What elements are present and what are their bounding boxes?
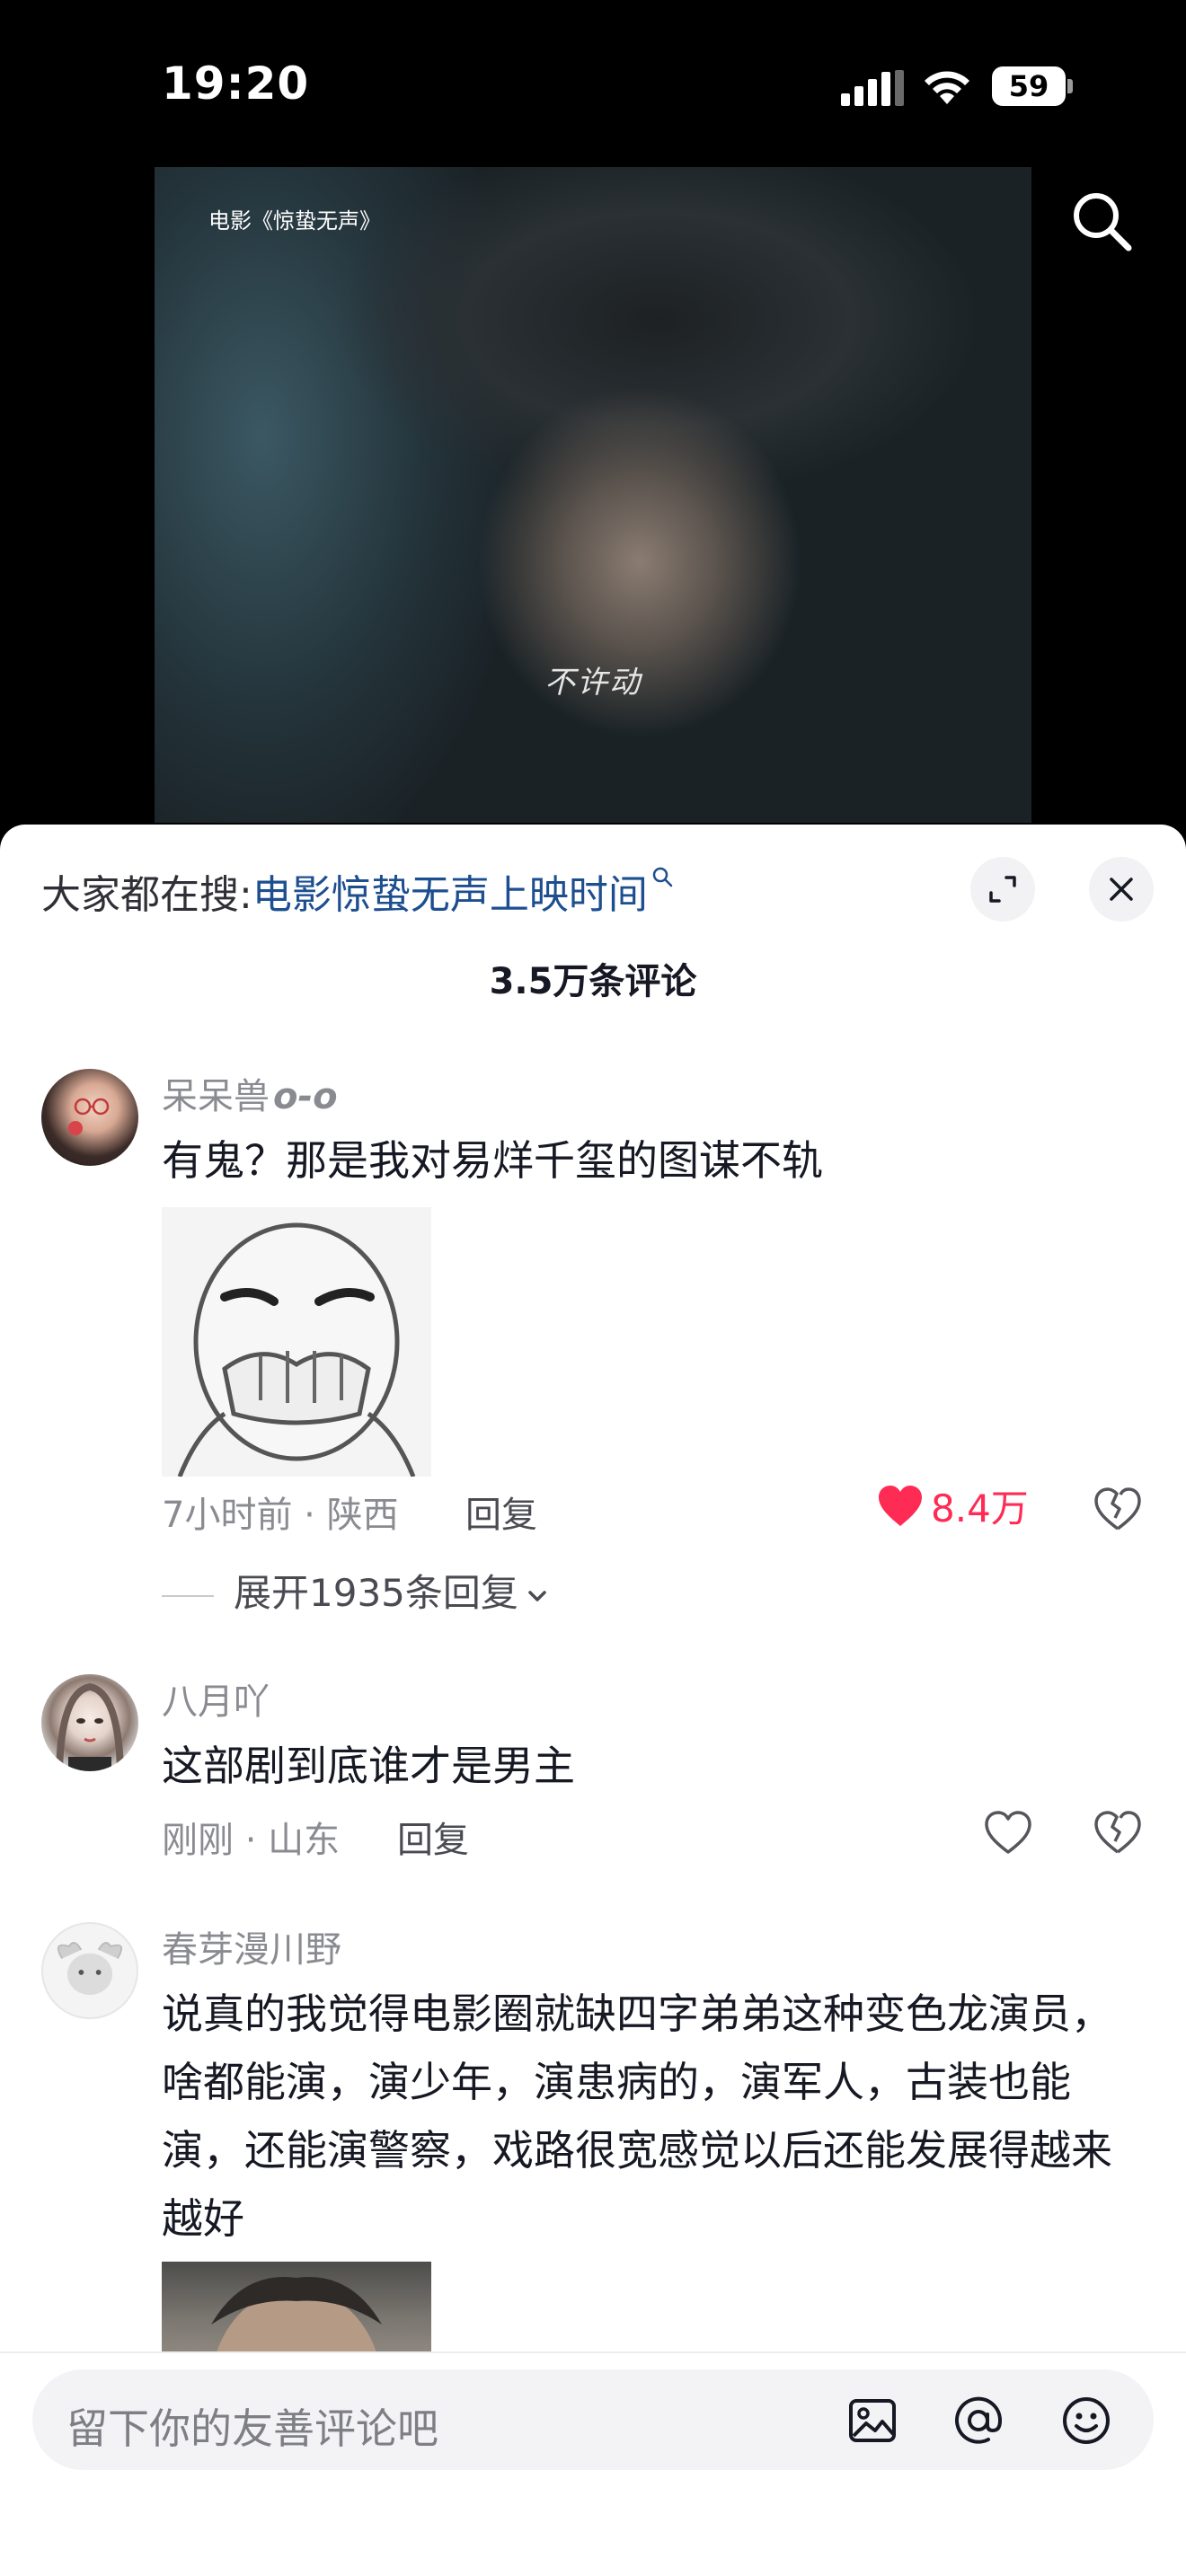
comment-username[interactable]: 呆呆兽 o-o [162,1067,338,1119]
avatar[interactable] [41,1922,138,2019]
reply-button[interactable]: 回复 [465,1486,537,1538]
comment-input-placeholder: 留下你的友善评论吧 [66,2404,438,2453]
emoji-icon[interactable] [1060,2395,1112,2447]
expand-replies-button[interactable]: 展开1935条回复 [162,1563,551,1618]
username-text: 呆呆兽 [162,1076,270,1117]
laughing-face-sticker-icon [177,1222,416,1477]
comment-text: 有鬼？那是我对易烊千玺的图谋不轨 [162,1136,823,1185]
comment-text: 说真的我觉得电影圈就缺四字弟弟这种变色龙演员，啥都能演，演少年，演患病的，演军人… [162,1989,1112,2243]
mention-icon[interactable] [952,2395,1005,2447]
hot-search-prefix: 大家都在搜: [41,872,252,918]
comment-meta: 7小时前 · 陕西 [162,1495,399,1536]
reply-button[interactable]: 回复 [397,1811,469,1863]
close-icon [1110,878,1133,901]
comment-meta: 刚刚 · 山东 [162,1820,341,1861]
avatar-glasses-icon [68,1098,110,1135]
status-bar: 19:20 59 [0,0,1186,162]
username-suffix: o-o [273,1076,338,1117]
comment-count: 3.5万条评论 [489,961,697,1002]
dislike-icon[interactable] [1093,1807,1143,1857]
divider-line [162,1594,214,1597]
like-count: 8.4万 [931,1486,1029,1531]
battery-level: 59 [1008,69,1049,103]
wifi-icon [925,71,969,104]
comment-username[interactable]: 春芽漫川野 [162,1920,341,1972]
small-search-icon [652,867,673,887]
hot-search-link[interactable]: 电影惊蛰无声上映时间 [252,872,648,918]
video-title: 电影《惊蛰无声》 [208,208,381,234]
comment-input[interactable]: 留下你的友善评论吧 [32,2369,1154,2470]
comment-sticker-image[interactable] [162,1207,431,1477]
image-icon[interactable] [846,2395,898,2447]
comment-text: 这部剧到底谁才是男主 [162,1742,575,1790]
comment-sheet: 大家都在搜:电影惊蛰无声上映时间 3.5万条评论 呆呆兽 o-o 有鬼？那是我对易… [0,825,1186,2576]
cellular-signal-icon [841,70,904,106]
status-time: 19:20 [162,57,310,110]
expand-icon [989,876,1016,903]
heart-filled-icon [879,1485,922,1526]
chevron-down-icon [528,1590,546,1601]
avatar-cartoon-icon [57,1942,123,1995]
like-button[interactable]: 8.4万 [877,1478,1029,1533]
hot-search-bar[interactable]: 大家都在搜:电影惊蛰无声上映时间 [41,862,675,920]
search-icon[interactable] [1066,185,1137,257]
battery-icon: 59 [992,66,1073,106]
comment-input-bar: 留下你的友善评论吧 [0,2351,1186,2576]
expand-replies-text: 展开1935条回复 [234,1571,518,1615]
comment-username[interactable]: 八月吖 [162,1672,270,1725]
video-player[interactable]: 电影《惊蛰无声》 不许动 [155,167,1031,823]
close-button[interactable] [1089,857,1154,922]
avatar[interactable] [41,1069,138,1166]
heart-outline-icon[interactable] [983,1807,1033,1857]
expand-button[interactable] [970,857,1035,922]
video-subtitle: 不许动 [544,665,642,701]
avatar-face-icon [56,1682,124,1771]
avatar[interactable] [41,1674,138,1771]
dislike-icon[interactable] [1093,1484,1143,1534]
